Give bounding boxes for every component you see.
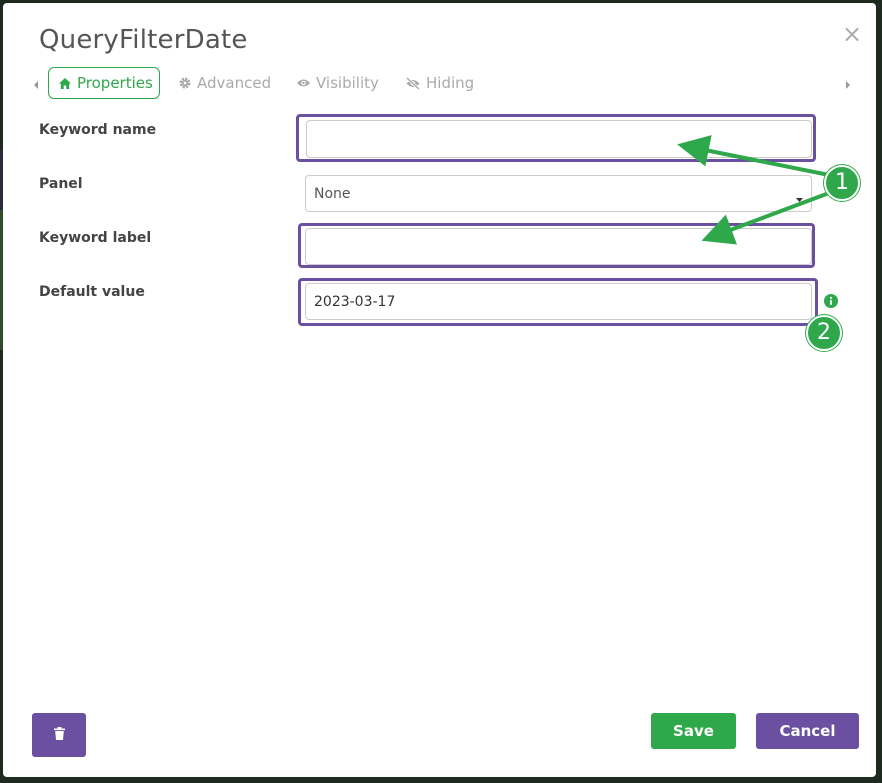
save-button[interactable]: Save [651,713,736,749]
tab-advanced[interactable]: Advanced [178,67,271,99]
panel-label: Panel [39,176,83,192]
tab-hiding[interactable]: Hiding [405,67,474,99]
tab-label: Hiding [426,74,475,92]
tab-label: Advanced [197,74,272,92]
eye-icon [296,77,311,89]
tab-label: Properties [77,74,153,92]
close-icon[interactable]: × [841,22,863,46]
eye-slash-icon [405,76,421,90]
keyword-name-input[interactable] [306,120,812,158]
home-icon [58,77,72,90]
query-filter-dialog: QueryFilterDate × Properties Advanced Vi… [3,3,876,777]
keyword-label-input[interactable] [305,228,812,265]
default-value-input[interactable] [305,283,812,320]
tab-scroll-left-icon[interactable] [31,77,41,93]
tab-label: Visibility [316,74,379,92]
default-value-label: Default value [39,284,145,300]
annotation-badge-1: 1 [824,165,860,201]
panel-select[interactable]: None [305,175,812,212]
keyword-label-label: Keyword label [39,230,152,246]
gear-icon [178,76,192,90]
tab-scroll-right-icon[interactable] [843,77,853,93]
tab-visibility[interactable]: Visibility [296,67,379,99]
dialog-title: QueryFilterDate [39,25,248,55]
tab-properties[interactable]: Properties [48,67,160,99]
delete-button[interactable] [32,713,86,757]
annotation-badge-2: 2 [806,315,842,351]
info-icon[interactable] [824,293,838,308]
keyword-name-label: Keyword name [39,122,157,138]
caret-down-icon [796,191,803,207]
trash-icon [53,726,65,744]
panel-selected-value: None [314,185,351,202]
cancel-button[interactable]: Cancel [756,713,859,749]
